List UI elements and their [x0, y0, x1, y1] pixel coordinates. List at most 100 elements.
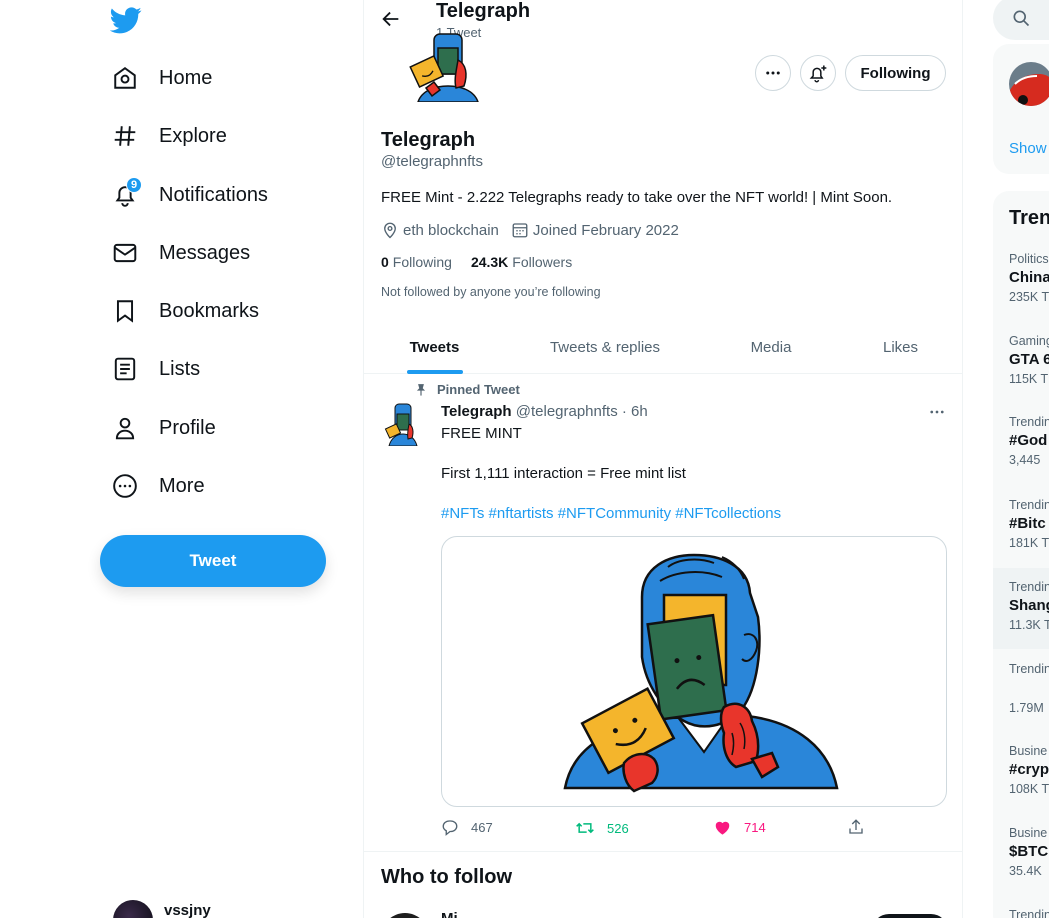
like-count: 714	[744, 820, 766, 835]
trend-count: 3,445	[1009, 453, 1041, 467]
followers-count: 24.3K	[470, 254, 509, 270]
followers-count-link[interactable]: 24.3K Followers	[471, 254, 572, 270]
following-count-link[interactable]: 0 Following	[381, 254, 452, 270]
more-options-button[interactable]	[755, 55, 791, 91]
like-button[interactable]: 714	[713, 818, 766, 837]
nav-label-lists: Lists	[159, 357, 201, 380]
nav-item-bookmarks[interactable]: Bookmarks	[110, 289, 259, 333]
trend-title: $BTC	[1009, 843, 1049, 860]
list-icon	[110, 354, 140, 384]
home-icon	[110, 63, 140, 93]
share-button[interactable]	[847, 818, 865, 836]
tab-likes[interactable]: Likes	[837, 320, 962, 374]
notify-button[interactable]	[800, 55, 836, 91]
active-tab-indicator	[406, 370, 463, 374]
nav-item-more[interactable]: More	[110, 464, 205, 508]
trend-item[interactable]: Politics China 235K T	[1009, 252, 1049, 304]
car-avatar[interactable]	[1009, 62, 1049, 106]
tweet-text-line: FREE MINT	[441, 425, 522, 442]
trend-title: China	[1009, 269, 1049, 286]
nav-item-home[interactable]: Home	[110, 56, 212, 100]
profile-tabs: Tweets Tweets & replies Media Likes	[364, 320, 962, 374]
trend-count: 115K T	[1009, 372, 1049, 386]
tab-tweets[interactable]: Tweets	[364, 320, 505, 374]
tweet-hashtags: #NFTs #nftartists #NFTCommunity #NFTcoll…	[441, 505, 781, 522]
profile-location-text: eth blockchain	[403, 221, 499, 239]
trend-category: Busine	[1009, 744, 1048, 758]
pinned-text: Pinned Tweet	[437, 382, 520, 397]
profile-joined-text: Joined February 2022	[532, 221, 679, 239]
retweet-icon[interactable]	[575, 818, 595, 838]
tab-label: Likes	[882, 338, 919, 356]
tweet-button[interactable]: Tweet	[100, 535, 326, 587]
nav-item-messages[interactable]: Messages	[110, 231, 250, 275]
suggestion-card: Show	[993, 44, 1049, 174]
tweet-author-name[interactable]: Telegraph	[441, 403, 512, 420]
hashtag-link[interactable]: #NFTs	[441, 505, 484, 522]
account-switcher[interactable]: vssjny	[113, 900, 211, 918]
section-divider	[364, 851, 962, 852]
tab-label: Tweets	[409, 338, 460, 356]
nav-label-messages: Messages	[159, 241, 251, 264]
nav-label-bookmarks: Bookmarks	[159, 299, 260, 322]
show-more-link[interactable]: Show	[1009, 140, 1047, 157]
trend-title: #Bitc	[1009, 515, 1046, 532]
bell-plus-icon	[809, 65, 827, 83]
tweet-more-button[interactable]	[924, 400, 950, 424]
profile-column: Telegraph 1 Tweet Following Telegraph @t…	[363, 0, 963, 918]
pin-icon	[416, 383, 426, 396]
more-dots-icon	[766, 71, 780, 75]
hashtag-link[interactable]: #nftartists	[489, 505, 554, 522]
suggested-follow-button[interactable]	[872, 914, 948, 918]
trend-item[interactable]: Trendin Shang 11.3K T	[1009, 580, 1049, 632]
trends-title: Tren	[1009, 207, 1049, 229]
more-dots-icon	[930, 410, 944, 414]
trend-category: Trendin	[1009, 908, 1049, 918]
trend-count: 35.4K	[1009, 864, 1042, 878]
profile-bio: FREE Mint - 2.222 Telegraphs ready to ta…	[381, 189, 893, 206]
trend-item[interactable]: Trendin #God 3,445	[1009, 415, 1049, 467]
tweet-text-line: First 1,111 interaction = Free mint list	[441, 465, 686, 482]
nav-item-profile[interactable]: Profile	[110, 406, 216, 450]
trend-category: Trendin	[1009, 415, 1049, 429]
trend-title: GTA 6	[1009, 351, 1049, 368]
trend-title: #cryp	[1009, 761, 1049, 778]
trend-item[interactable]: Trendin	[1009, 908, 1049, 918]
suggested-user-name[interactable]: Mi	[441, 910, 458, 918]
tab-media[interactable]: Media	[705, 320, 837, 374]
trend-item[interactable]: Gaming GTA 6 115K T	[1009, 334, 1049, 386]
tweet-handle-time: @telegraphnfts · 6h	[515, 403, 648, 420]
retweet-button[interactable]: 526	[575, 818, 629, 838]
suggested-user-avatar[interactable]	[381, 913, 429, 918]
trend-item[interactable]: Trendin 1.79M	[1009, 662, 1049, 715]
reply-button[interactable]: 467	[441, 818, 493, 836]
person-icon	[110, 413, 140, 443]
profile-location: eth blockchain	[381, 221, 499, 239]
nav-item-lists[interactable]: Lists	[110, 347, 200, 391]
trend-title	[1009, 679, 1049, 697]
nav-item-explore[interactable]: Explore	[110, 114, 227, 158]
trend-item[interactable]: Busine #cryp 108K T	[1009, 744, 1049, 796]
back-arrow-icon[interactable]	[380, 8, 402, 30]
tab-tweets-replies[interactable]: Tweets & replies	[505, 320, 705, 374]
nav-label-more: More	[159, 474, 205, 497]
trend-item[interactable]: Busine $BTC 35.4K	[1009, 826, 1049, 878]
nav-item-notifications[interactable]: 9 Notifications	[110, 173, 268, 217]
trend-item[interactable]: Trendin #Bitc 181K T	[1009, 498, 1049, 550]
hashtag-link[interactable]: #NFTCommunity	[558, 505, 671, 522]
trends-card: Tren Politics China 235K T Gaming GTA 6 …	[993, 191, 1049, 918]
pinned-label: Pinned Tweet	[414, 382, 520, 397]
who-to-follow-title: Who to follow	[381, 866, 513, 888]
hashtag-link[interactable]: #NFTcollections	[675, 505, 781, 522]
tweet-avatar[interactable]	[381, 402, 425, 446]
profile-joined: Joined February 2022	[511, 221, 679, 239]
following-button[interactable]: Following	[845, 55, 946, 91]
tweet-image[interactable]	[441, 536, 947, 807]
profile-avatar[interactable]	[388, 30, 508, 102]
trend-category: Gaming	[1009, 334, 1049, 348]
more-circle-icon	[110, 471, 140, 501]
twitter-bird-icon[interactable]	[110, 4, 142, 36]
search-input[interactable]	[993, 0, 1049, 40]
trend-category: Politics	[1009, 252, 1049, 266]
search-icon	[1013, 10, 1030, 27]
